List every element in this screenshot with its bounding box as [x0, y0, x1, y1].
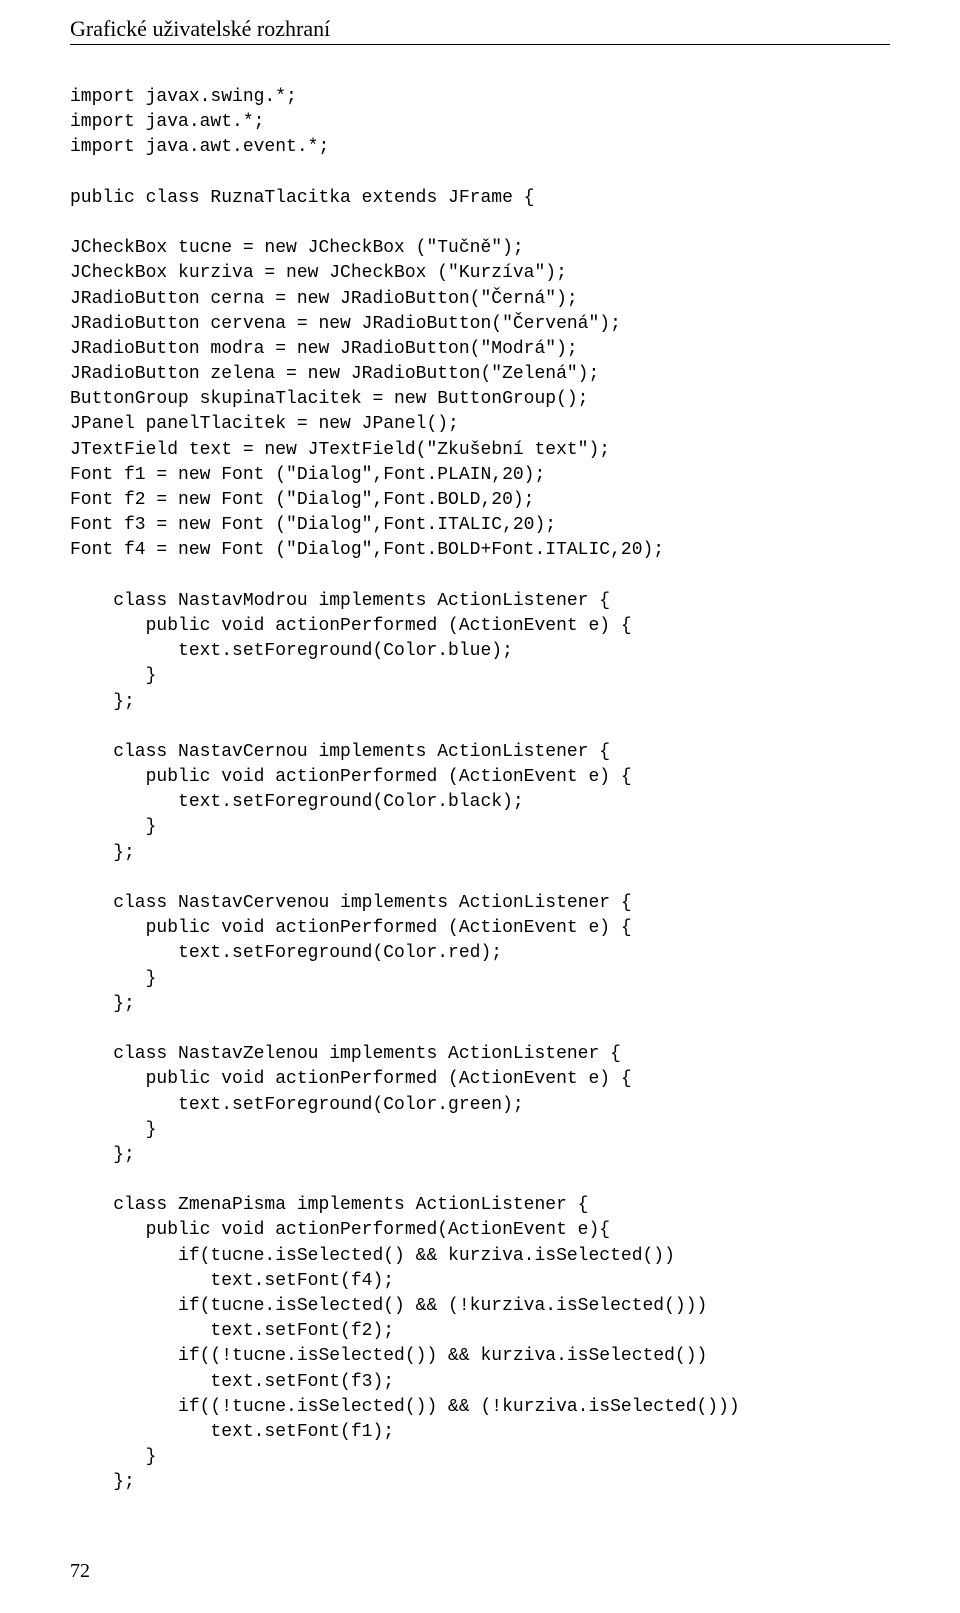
code-block: import javax.swing.*; import java.awt.*;…: [70, 85, 890, 1496]
document-page: Grafické uživatelské rozhraní import jav…: [0, 0, 960, 1613]
page-header: Grafické uživatelské rozhraní: [70, 16, 890, 45]
page-number: 72: [70, 1560, 90, 1583]
